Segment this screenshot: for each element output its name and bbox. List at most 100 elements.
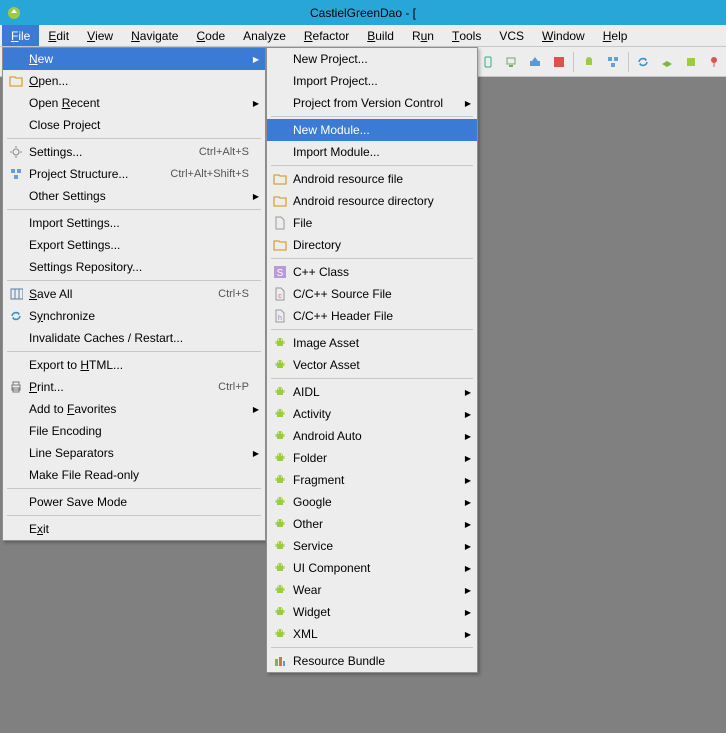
new-menu-item-google[interactable]: Google▶ [267, 491, 477, 513]
file-menu-item-project-structure[interactable]: Project Structure...Ctrl+Alt+Shift+S [3, 163, 265, 185]
android-icon [271, 428, 289, 444]
menu-file[interactable]: File [2, 25, 39, 46]
new-menu-item-android-auto[interactable]: Android Auto▶ [267, 425, 477, 447]
file-menu-item-new[interactable]: New▶ [3, 48, 265, 70]
folder-icon [271, 237, 289, 253]
new-menu-item-project-from-version-control[interactable]: Project from Version Control▶ [267, 92, 477, 114]
blank-icon [271, 122, 289, 138]
file-menu-item-invalidate-caches-restart[interactable]: Invalidate Caches / Restart... [3, 327, 265, 349]
blank-icon [7, 357, 25, 373]
new-menu-item-service[interactable]: Service▶ [267, 535, 477, 557]
menu-edit[interactable]: Edit [39, 25, 78, 46]
file-menu-item-close-project[interactable]: Close Project [3, 114, 265, 136]
file-menu-item-exit[interactable]: Exit [3, 518, 265, 540]
blank-icon [7, 95, 25, 111]
file-menu-item-synchronize[interactable]: Synchronize [3, 305, 265, 327]
file-menu-item-file-encoding[interactable]: File Encoding [3, 420, 265, 442]
blank-icon [271, 51, 289, 67]
new-menu-item-vector-asset[interactable]: Vector Asset [267, 354, 477, 376]
new-menu-item-ui-component[interactable]: UI Component▶ [267, 557, 477, 579]
file-menu-item-settings-repository[interactable]: Settings Repository... [3, 256, 265, 278]
file-menu-dropdown: New▶Open...Open Recent▶Close ProjectSett… [2, 47, 266, 541]
toolbar-ddms-icon[interactable] [577, 50, 601, 74]
file-menu-item-print[interactable]: Print...Ctrl+P [3, 376, 265, 398]
menu-item-label: New [25, 52, 249, 66]
menu-view[interactable]: View [78, 25, 122, 46]
new-menu-item-android-resource-file[interactable]: Android resource file [267, 168, 477, 190]
new-menu-item-new-module[interactable]: New Module... [267, 119, 477, 141]
new-menu-item-new-project[interactable]: New Project... [267, 48, 477, 70]
file-menu-item-power-save-mode[interactable]: Power Save Mode [3, 491, 265, 513]
file-menu-item-other-settings[interactable]: Other Settings▶ [3, 185, 265, 207]
menu-build[interactable]: Build [358, 25, 403, 46]
file-menu-item-open[interactable]: Open... [3, 70, 265, 92]
new-menu-item-aidl[interactable]: AIDL▶ [267, 381, 477, 403]
file-menu-item-save-all[interactable]: Save AllCtrl+S [3, 283, 265, 305]
menu-item-label: C/C++ Source File [289, 287, 461, 301]
menu-vcs[interactable]: VCS [490, 25, 533, 46]
new-menu-item-c-c-header-file[interactable]: hC/C++ Header File [267, 305, 477, 327]
file-menu-item-export-to-html[interactable]: Export to HTML... [3, 354, 265, 376]
menu-code[interactable]: Code [187, 25, 234, 46]
file-menu-item-line-separators[interactable]: Line Separators▶ [3, 442, 265, 464]
new-menu-item-activity[interactable]: Activity▶ [267, 403, 477, 425]
menu-item-label: File Encoding [25, 424, 249, 438]
toolbar-phone-icon[interactable] [476, 50, 500, 74]
menu-item-label: Import Settings... [25, 216, 249, 230]
new-menu-item-image-asset[interactable]: Image Asset [267, 332, 477, 354]
file-menu-item-make-file-read-only[interactable]: Make File Read-only [3, 464, 265, 486]
menu-window[interactable]: Window [533, 25, 594, 46]
android-icon [271, 538, 289, 554]
menu-run[interactable]: Run [403, 25, 443, 46]
new-menu-item-resource-bundle[interactable]: Resource Bundle [267, 650, 477, 672]
toolbar-sdk-icon[interactable] [523, 50, 547, 74]
toolbar-sync-icon[interactable] [632, 50, 656, 74]
shortcut-label: Ctrl+S [210, 288, 249, 300]
toolbar-pin-icon[interactable] [702, 50, 726, 74]
menu-navigate[interactable]: Navigate [122, 25, 187, 46]
new-menu-item-fragment[interactable]: Fragment▶ [267, 469, 477, 491]
submenu-arrow-icon: ▶ [461, 608, 471, 617]
menu-item-label: Print... [25, 380, 210, 394]
new-menu-item-import-module[interactable]: Import Module... [267, 141, 477, 163]
menu-item-label: Wear [289, 583, 461, 597]
file-menu-item-export-settings[interactable]: Export Settings... [3, 234, 265, 256]
save-icon [7, 286, 25, 302]
new-menu-item-wear[interactable]: Wear▶ [267, 579, 477, 601]
menu-refactor[interactable]: Refactor [295, 25, 358, 46]
new-menu-item-other[interactable]: Other▶ [267, 513, 477, 535]
blank-icon [7, 521, 25, 537]
new-menu-item-c-class[interactable]: SC++ Class [267, 261, 477, 283]
menu-item-label: Project from Version Control [289, 96, 461, 110]
menu-item-label: Add to Favorites [25, 402, 249, 416]
new-menu-item-xml[interactable]: XML▶ [267, 623, 477, 645]
new-menu-item-c-c-source-file[interactable]: cC/C++ Source File [267, 283, 477, 305]
toolbar-ship-icon[interactable] [655, 50, 679, 74]
toolbar-avd-icon[interactable] [500, 50, 524, 74]
file-menu-item-settings[interactable]: Settings...Ctrl+Alt+S [3, 141, 265, 163]
submenu-arrow-icon: ▶ [249, 192, 259, 201]
struct-icon [7, 166, 25, 182]
file-menu-item-open-recent[interactable]: Open Recent▶ [3, 92, 265, 114]
file-menu-item-add-to-favorites[interactable]: Add to Favorites▶ [3, 398, 265, 420]
menu-item-label: Settings Repository... [25, 260, 249, 274]
toolbar-box-icon[interactable] [679, 50, 703, 74]
new-menu-item-folder[interactable]: Folder▶ [267, 447, 477, 469]
menu-tools[interactable]: Tools [443, 25, 490, 46]
new-menu-item-import-project[interactable]: Import Project... [267, 70, 477, 92]
new-menu-item-file[interactable]: File [267, 212, 477, 234]
new-menu-item-directory[interactable]: Directory [267, 234, 477, 256]
toolbar-stop-icon[interactable] [547, 50, 571, 74]
file-menu-item-import-settings[interactable]: Import Settings... [3, 212, 265, 234]
menu-analyze[interactable]: Analyze [234, 25, 295, 46]
android-icon [271, 335, 289, 351]
hfile-icon: h [271, 308, 289, 324]
toolbar-struct-icon[interactable] [601, 50, 625, 74]
new-menu-item-android-resource-directory[interactable]: Android resource directory [267, 190, 477, 212]
new-menu-item-widget[interactable]: Widget▶ [267, 601, 477, 623]
blank-icon [7, 259, 25, 275]
menu-item-label: Android resource directory [289, 194, 461, 208]
android-icon [271, 626, 289, 642]
submenu-arrow-icon: ▶ [249, 449, 259, 458]
menu-help[interactable]: Help [594, 25, 637, 46]
